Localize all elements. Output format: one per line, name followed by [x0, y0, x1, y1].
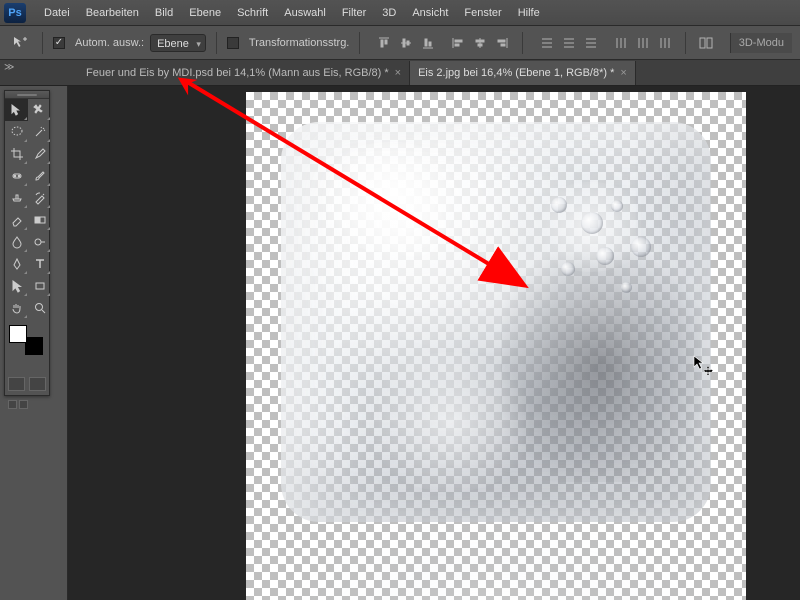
workspace [0, 86, 800, 600]
healing-brush-tool[interactable] [5, 165, 28, 187]
align-bottom-edges-button[interactable] [418, 33, 438, 53]
menu-select[interactable]: Auswahl [276, 0, 334, 26]
align-top-edges-button[interactable] [374, 33, 394, 53]
align-group-1 [374, 33, 438, 53]
screen-mode-row [5, 373, 49, 395]
type-tool[interactable] [28, 253, 51, 275]
move-tool-indicator-icon [8, 31, 32, 55]
magic-wand-tool[interactable] [28, 121, 51, 143]
align-left-edges-button[interactable] [448, 33, 468, 53]
canvas-area[interactable] [68, 86, 800, 600]
document-tabstrip: ≫ Feuer und Eis by MDI.psd bei 14,1% (Ma… [0, 60, 800, 86]
menu-help[interactable]: Hilfe [510, 0, 548, 26]
blur-tool[interactable] [5, 231, 28, 253]
separator [42, 32, 43, 54]
separator [216, 32, 217, 54]
document-tab-title: Feuer und Eis by MDI.psd bei 14,1% (Mann… [86, 67, 389, 79]
brush-tool[interactable] [28, 165, 51, 187]
menu-file[interactable]: Datei [36, 0, 78, 26]
transform-controls-label: Transformationsstrg. [249, 37, 349, 49]
clone-stamp-tool[interactable] [5, 187, 28, 209]
menu-filter[interactable]: Filter [334, 0, 374, 26]
swap-colors-icon[interactable] [19, 400, 28, 409]
path-selection-tool[interactable] [5, 275, 28, 297]
align-group-2 [448, 33, 512, 53]
options-bar: Autom. ausw.: Ebene Transformationsstrg.… [0, 26, 800, 60]
color-swatches [5, 319, 49, 359]
distribute-left-button[interactable] [611, 33, 631, 53]
default-colors-icon[interactable] [8, 400, 17, 409]
quick-mask-toggle[interactable] [8, 377, 25, 391]
transform-controls-checkbox[interactable] [227, 37, 239, 49]
align-horizontal-centers-button[interactable] [470, 33, 490, 53]
eyedropper-tool[interactable] [28, 143, 51, 165]
image-content [261, 102, 731, 582]
align-vertical-centers-button[interactable] [396, 33, 416, 53]
document-tab-title: Eis 2.jpg bei 16,4% (Ebene 1, RGB/8*) * [418, 67, 614, 79]
menu-edit[interactable]: Bearbeiten [78, 0, 147, 26]
align-right-edges-button[interactable] [492, 33, 512, 53]
tabstrip-overflow-icon[interactable]: ≫ [4, 62, 14, 73]
hand-tool[interactable] [5, 297, 28, 319]
document-canvas[interactable] [246, 92, 746, 600]
panel-grip-icon[interactable] [5, 91, 49, 99]
background-color-swatch[interactable] [25, 337, 43, 355]
history-brush-tool[interactable] [28, 187, 51, 209]
document-tab-1[interactable]: Feuer und Eis by MDI.psd bei 14,1% (Mann… [78, 61, 410, 85]
lasso-tool[interactable] [5, 121, 28, 143]
distribute-group-1 [537, 33, 601, 53]
distribute-hcenter-button[interactable] [633, 33, 653, 53]
foreground-color-swatch[interactable] [9, 325, 27, 343]
separator [685, 32, 686, 54]
auto-select-label: Autom. ausw.: [75, 37, 144, 49]
auto-select-target-dropdown[interactable]: Ebene [150, 34, 206, 52]
close-icon[interactable]: × [620, 67, 626, 79]
menu-window[interactable]: Fenster [456, 0, 509, 26]
distribute-top-button[interactable] [537, 33, 557, 53]
separator [522, 32, 523, 54]
artboard-tool[interactable] [28, 99, 51, 121]
zoom-tool[interactable] [28, 297, 51, 319]
document-tab-2[interactable]: Eis 2.jpg bei 16,4% (Ebene 1, RGB/8*) * … [410, 61, 636, 85]
toolbox-panel[interactable] [4, 90, 50, 396]
screen-mode-toggle[interactable] [29, 377, 46, 391]
rectangle-tool[interactable] [28, 275, 51, 297]
3d-mode-button[interactable]: 3D-Modu [730, 33, 792, 53]
move-cursor-icon [692, 354, 714, 376]
distribute-right-button[interactable] [655, 33, 675, 53]
menu-type[interactable]: Schrift [229, 0, 276, 26]
app-logo-icon: Ps [4, 3, 26, 23]
crop-tool[interactable] [5, 143, 28, 165]
distribute-bottom-button[interactable] [581, 33, 601, 53]
menu-bar: Ps Datei Bearbeiten Bild Ebene Schrift A… [0, 0, 800, 26]
menu-3d[interactable]: 3D [374, 0, 404, 26]
separator [359, 32, 360, 54]
menu-layer[interactable]: Ebene [181, 0, 229, 26]
close-icon[interactable]: × [395, 67, 401, 79]
move-tool[interactable] [5, 99, 28, 121]
auto-align-button[interactable] [696, 33, 716, 53]
distribute-vcenter-button[interactable] [559, 33, 579, 53]
menu-view[interactable]: Ansicht [404, 0, 456, 26]
auto-select-checkbox[interactable] [53, 37, 65, 49]
distribute-group-2 [611, 33, 675, 53]
pen-tool[interactable] [5, 253, 28, 275]
eraser-tool[interactable] [5, 209, 28, 231]
dodge-tool[interactable] [28, 231, 51, 253]
menu-image[interactable]: Bild [147, 0, 181, 26]
gradient-tool[interactable] [28, 209, 51, 231]
